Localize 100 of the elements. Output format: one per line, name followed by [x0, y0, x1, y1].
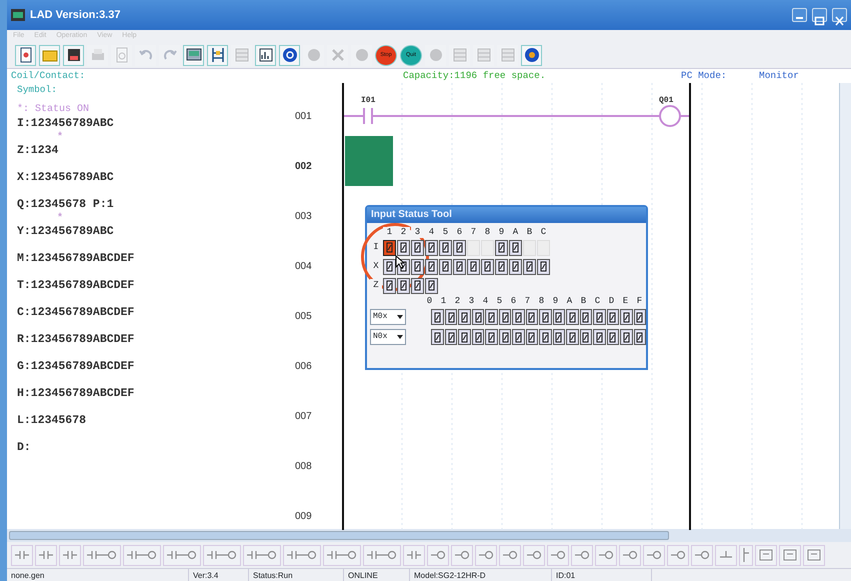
- input-toggle[interactable]: [634, 309, 646, 325]
- toolbar-button[interactable]: [255, 44, 276, 66]
- ladder-tool-button[interactable]: [619, 544, 641, 566]
- horizontal-scrollbar[interactable]: [9, 531, 669, 540]
- input-toggle[interactable]: [539, 309, 552, 325]
- input-toggle[interactable]: [580, 309, 592, 325]
- ladder-tool-button[interactable]: [523, 544, 545, 566]
- input-toggle[interactable]: [606, 329, 620, 345]
- ladder-tool-button[interactable]: [363, 544, 401, 566]
- ladder-tool-button[interactable]: [755, 544, 777, 566]
- ladder-tool-button[interactable]: [715, 544, 737, 566]
- ladder-tool-button[interactable]: [451, 544, 473, 566]
- input-toggle[interactable]: [431, 309, 444, 325]
- input-toggle[interactable]: [485, 329, 498, 345]
- input-toggle[interactable]: [512, 329, 525, 345]
- toolbar-button[interactable]: [183, 44, 204, 66]
- input-toggle[interactable]: [606, 309, 620, 325]
- input-toggle[interactable]: [439, 240, 452, 256]
- input-toggle[interactable]: [383, 240, 396, 256]
- ladder-tool-button[interactable]: [595, 544, 617, 566]
- input-toggle[interactable]: [431, 329, 444, 345]
- input-toggle[interactable]: [411, 240, 424, 256]
- input-toggle[interactable]: [439, 258, 452, 274]
- ladder-tool-button[interactable]: [643, 544, 665, 566]
- input-toggle[interactable]: [495, 240, 508, 256]
- ladder-tool-button[interactable]: [203, 544, 241, 566]
- input-toggle[interactable]: [634, 329, 646, 345]
- input-toggle[interactable]: [537, 258, 550, 274]
- input-toggle[interactable]: [383, 278, 396, 294]
- vertical-scrollbar[interactable]: [839, 83, 851, 529]
- input-toggle[interactable]: [552, 329, 566, 345]
- input-toggle[interactable]: [453, 258, 466, 274]
- input-toggle[interactable]: [620, 329, 632, 345]
- input-toggle[interactable]: [383, 258, 396, 274]
- ladder-tool-button[interactable]: [11, 544, 33, 566]
- toolbar-button[interactable]: [15, 44, 36, 66]
- switch-icon: [596, 312, 603, 322]
- ladder-tool-button[interactable]: [59, 544, 81, 566]
- ladder-tool-button[interactable]: [83, 544, 121, 566]
- ladder-tool-button[interactable]: [283, 544, 321, 566]
- ladder-tool-button[interactable]: [123, 544, 161, 566]
- input-toggle[interactable]: [566, 309, 579, 325]
- input-toggle[interactable]: [552, 309, 566, 325]
- input-toggle[interactable]: [425, 240, 438, 256]
- ladder-tool-button[interactable]: [35, 544, 57, 566]
- input-toggle[interactable]: [453, 240, 466, 256]
- input-toggle[interactable]: [397, 278, 410, 294]
- toolbar-button[interactable]: [521, 44, 542, 66]
- ladder-tool-button[interactable]: [571, 544, 593, 566]
- input-toggle[interactable]: [539, 329, 552, 345]
- ladder-tool-button[interactable]: [547, 544, 569, 566]
- ladder-tool-button[interactable]: [803, 544, 825, 566]
- input-toggle[interactable]: [481, 258, 494, 274]
- input-toggle[interactable]: [411, 258, 424, 274]
- ladder-tool-button[interactable]: [667, 544, 689, 566]
- ladder-tool-button[interactable]: [403, 544, 425, 566]
- toolbar-button[interactable]: [207, 44, 228, 66]
- bank-select[interactable]: N0x: [370, 329, 406, 345]
- ladder-tool-button[interactable]: [475, 544, 497, 566]
- input-toggle[interactable]: [458, 309, 471, 325]
- input-toggle[interactable]: [458, 329, 471, 345]
- input-toggle[interactable]: [526, 329, 538, 345]
- input-toggle[interactable]: [512, 309, 525, 325]
- input-toggle[interactable]: [495, 258, 508, 274]
- input-toggle[interactable]: [526, 309, 538, 325]
- input-toggle[interactable]: [593, 309, 606, 325]
- switch-icon: [622, 312, 630, 322]
- input-toggle[interactable]: [620, 309, 632, 325]
- toolbar-button[interactable]: [279, 44, 300, 66]
- input-toggle[interactable]: [509, 258, 522, 274]
- input-toggle[interactable]: [485, 309, 498, 325]
- ladder-tool-button[interactable]: [499, 544, 521, 566]
- ladder-tool-button[interactable]: [163, 544, 201, 566]
- input-toggle[interactable]: [580, 329, 592, 345]
- ladder-tool-button[interactable]: [779, 544, 801, 566]
- input-toggle[interactable]: [472, 309, 484, 325]
- ladder-tool-button[interactable]: [739, 544, 753, 566]
- input-toggle[interactable]: [498, 309, 512, 325]
- input-toggle[interactable]: [472, 329, 484, 345]
- bank-select[interactable]: M0x: [370, 309, 406, 325]
- ladder-tool-button[interactable]: [691, 544, 713, 566]
- input-toggle[interactable]: [397, 240, 410, 256]
- input-toggle[interactable]: [593, 329, 606, 345]
- input-toggle[interactable]: [425, 258, 438, 274]
- input-toggle[interactable]: [411, 278, 424, 294]
- input-toggle[interactable]: [444, 309, 458, 325]
- input-toggle[interactable]: [467, 258, 480, 274]
- input-toggle[interactable]: [509, 240, 522, 256]
- input-toggle[interactable]: [523, 258, 536, 274]
- input-toggle[interactable]: [498, 329, 512, 345]
- ladder-tool-button[interactable]: [427, 544, 449, 566]
- input-toggle[interactable]: [444, 329, 458, 345]
- table-icon: [234, 47, 250, 63]
- ladder-tool-button[interactable]: [323, 544, 361, 566]
- input-toggle[interactable]: [566, 329, 579, 345]
- toolbar-button[interactable]: [63, 44, 84, 66]
- ladder-tool-button[interactable]: [243, 544, 281, 566]
- input-toggle[interactable]: [425, 278, 438, 294]
- switch-icon: [456, 242, 463, 253]
- minimize-button[interactable]: [792, 8, 807, 22]
